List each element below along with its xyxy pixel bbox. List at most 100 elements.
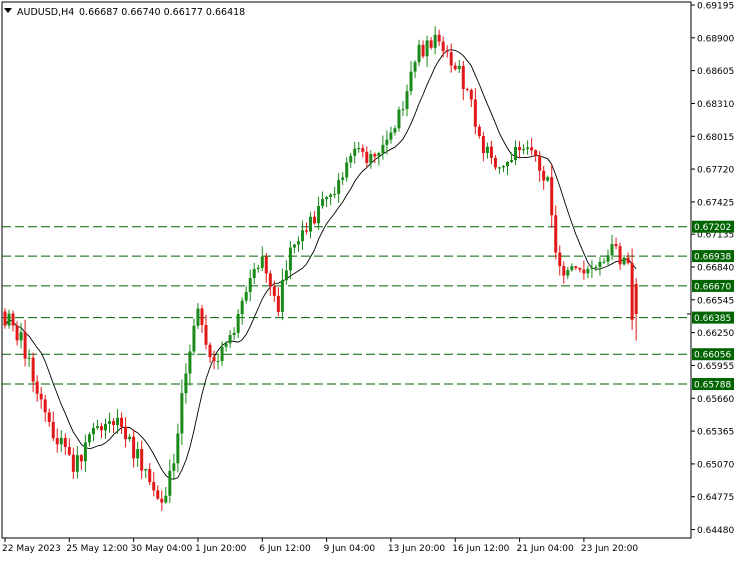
candle-body bbox=[453, 65, 457, 70]
chart-window: 0.69195 0.68900 0.68605 0.68310 0.68015 0.677… bbox=[0, 0, 736, 558]
candle-body bbox=[622, 257, 626, 265]
candle-body bbox=[3, 311, 7, 326]
candle-body bbox=[425, 40, 429, 57]
candle-body bbox=[204, 324, 208, 345]
y-tick-label: 0.65070 bbox=[697, 460, 734, 470]
candle-body bbox=[590, 267, 594, 270]
candle-body bbox=[361, 148, 365, 152]
bull-candle[interactable] bbox=[397, 106, 401, 132]
candle-body bbox=[618, 246, 622, 265]
candle-body bbox=[19, 332, 23, 341]
x-tick-label: 30 May 04:00 bbox=[131, 544, 193, 554]
candle-body bbox=[329, 194, 333, 198]
candle-body bbox=[433, 34, 437, 48]
candle-body bbox=[220, 346, 224, 361]
candle-body bbox=[39, 393, 43, 400]
candle-body bbox=[148, 469, 152, 483]
ohlc-values: 0.66687 0.66740 0.66177 0.66418 bbox=[79, 7, 245, 18]
candle-body bbox=[212, 357, 216, 361]
candle-body bbox=[288, 247, 292, 271]
candle-body bbox=[196, 308, 200, 326]
candle-body bbox=[393, 128, 397, 133]
y-tick-label: 0.68605 bbox=[697, 67, 734, 77]
candle-body bbox=[321, 199, 325, 206]
candle-body bbox=[305, 230, 308, 232]
candle-body bbox=[284, 270, 288, 281]
candle-body bbox=[208, 344, 212, 358]
candle-body bbox=[268, 273, 272, 287]
candle-body bbox=[35, 381, 39, 394]
level-label: 0.67202 bbox=[694, 223, 731, 233]
candle-body bbox=[602, 261, 606, 263]
y-tick-label: 0.68900 bbox=[697, 34, 734, 44]
level-label: 0.65788 bbox=[694, 381, 731, 391]
candle-body bbox=[614, 244, 618, 247]
y-tick-label: 0.64775 bbox=[697, 493, 734, 503]
candle-body bbox=[43, 399, 47, 413]
candle-body bbox=[228, 335, 232, 344]
candle-body bbox=[325, 197, 329, 200]
candle-body bbox=[75, 455, 79, 472]
chart-background bbox=[0, 0, 736, 558]
candle-body bbox=[610, 244, 614, 256]
candle-body bbox=[534, 150, 538, 156]
candle-body bbox=[276, 295, 280, 312]
y-tick-label: 0.67425 bbox=[697, 198, 734, 208]
candle-body bbox=[514, 146, 518, 160]
candle-body bbox=[518, 146, 522, 151]
candle-body bbox=[574, 266, 578, 269]
chart-header: AUDUSD,H4 0.66687 0.66740 0.66177 0.6641… bbox=[4, 7, 245, 18]
candle-body bbox=[473, 99, 477, 127]
candle-body bbox=[63, 437, 67, 448]
x-tick-label: 22 May 2023 bbox=[2, 544, 61, 554]
level-label: 0.66056 bbox=[694, 351, 731, 361]
candle-body bbox=[184, 373, 188, 394]
candle-body bbox=[630, 263, 634, 320]
x-tick-label: 13 Jun 20:00 bbox=[388, 544, 445, 554]
candle-body bbox=[626, 257, 630, 264]
candle-body bbox=[409, 71, 413, 92]
candle-body bbox=[349, 155, 353, 163]
candle-body bbox=[200, 308, 204, 325]
candle-body bbox=[417, 44, 421, 63]
candle-body bbox=[164, 495, 168, 503]
candle-body bbox=[594, 266, 598, 268]
candle-body bbox=[582, 269, 586, 274]
candle-body bbox=[461, 65, 465, 90]
candle-body bbox=[244, 291, 248, 301]
candle-body bbox=[71, 454, 75, 472]
candle-body bbox=[144, 469, 148, 471]
candle-body bbox=[132, 436, 136, 459]
candle-body bbox=[27, 357, 31, 359]
candle-body bbox=[256, 267, 260, 270]
candle-body bbox=[413, 62, 417, 72]
candle-body bbox=[280, 280, 284, 312]
candle-body bbox=[292, 244, 296, 248]
candle-body bbox=[248, 278, 252, 292]
candle-body bbox=[493, 157, 497, 168]
candle-body bbox=[333, 193, 337, 195]
candle-body bbox=[309, 216, 313, 232]
x-tick-label: 16 Jun 12:00 bbox=[452, 544, 509, 554]
candle-body bbox=[272, 286, 276, 296]
candle-body bbox=[136, 449, 140, 459]
candle-body bbox=[465, 89, 469, 91]
candle-body bbox=[437, 34, 441, 42]
candle-body bbox=[108, 421, 112, 424]
y-tick-label: 0.66840 bbox=[697, 263, 734, 273]
candle-body bbox=[95, 426, 99, 428]
candle-body bbox=[152, 482, 156, 491]
candle-body bbox=[99, 426, 103, 431]
candle-body bbox=[389, 132, 393, 140]
x-tick-label: 6 Jun 12:00 bbox=[259, 544, 311, 554]
candle-body bbox=[369, 154, 373, 163]
candle-body bbox=[377, 153, 381, 157]
candle-body bbox=[300, 230, 304, 242]
candle-body bbox=[373, 154, 377, 157]
candle-body bbox=[83, 442, 87, 462]
candle-body bbox=[79, 455, 83, 462]
y-tick-label: 0.66250 bbox=[697, 329, 734, 339]
candle-body bbox=[176, 433, 180, 464]
candle-body bbox=[128, 436, 132, 440]
candlestick-chart[interactable]: 0.69195 0.68900 0.68605 0.68310 0.68015 0.677… bbox=[0, 0, 736, 558]
